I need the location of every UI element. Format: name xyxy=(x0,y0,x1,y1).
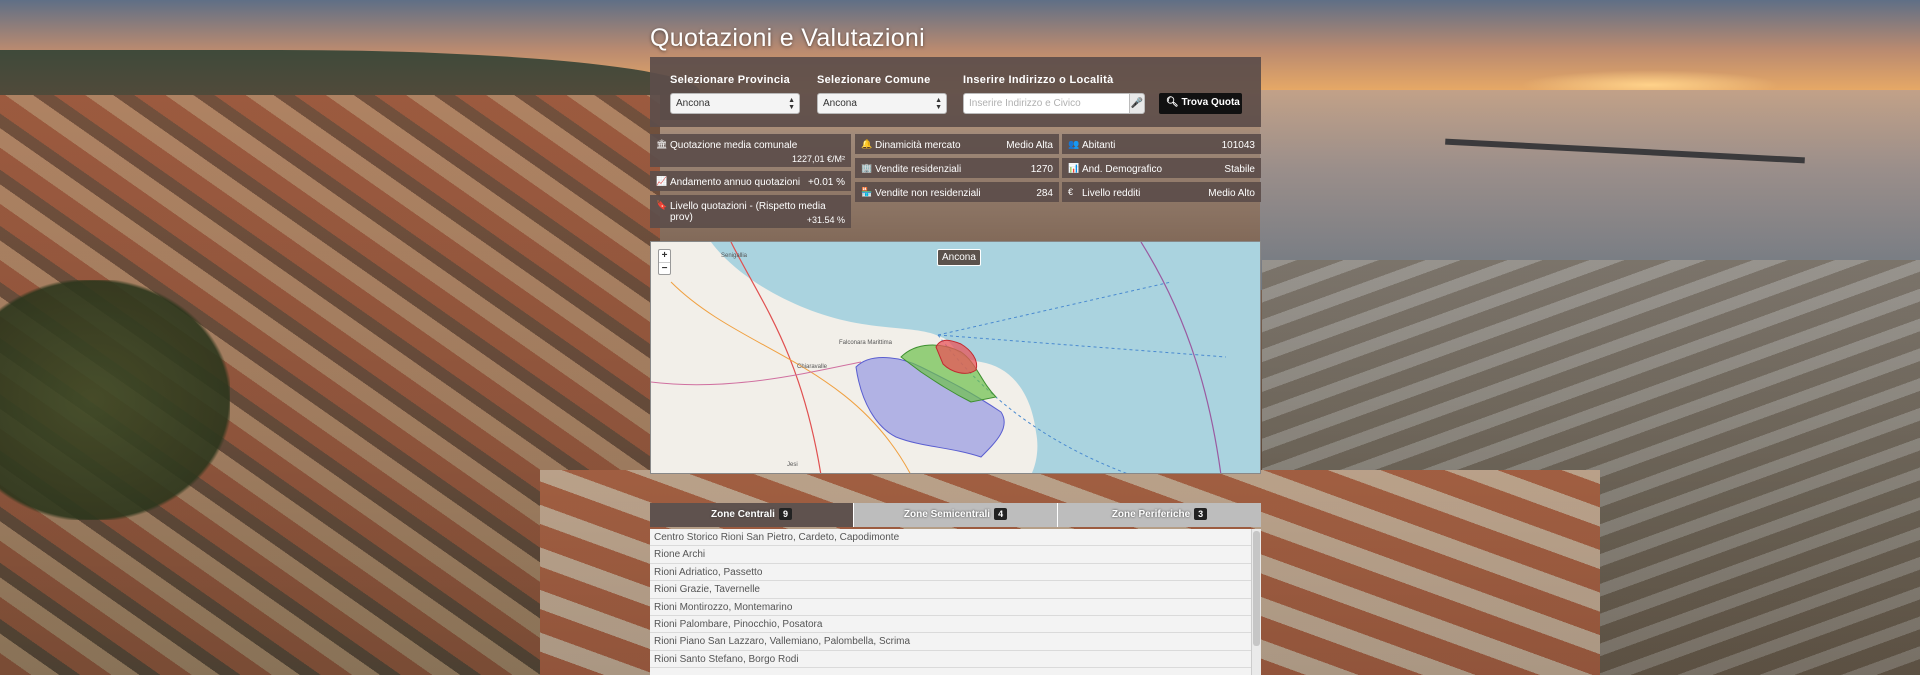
stat-label: Vendite residenziali xyxy=(875,164,962,175)
tab-zone-periferiche[interactable]: Zone Periferiche 3 xyxy=(1058,503,1261,527)
stats-column-1: 🏛 Quotazione media comunale 1227,01 €/M²… xyxy=(650,134,851,232)
zone-map[interactable]: + − Ancona Senigallia Falconara Marittim… xyxy=(650,241,1261,474)
stat-label: Livello redditi xyxy=(1082,188,1141,199)
map-tooltip: Ancona xyxy=(937,249,981,266)
euro-icon: € xyxy=(1068,187,1074,197)
page-title: Quotazioni e Valutazioni xyxy=(650,24,925,52)
map-place-label: Jesi xyxy=(787,462,798,468)
bank-icon: 🏛 xyxy=(656,139,668,149)
stat-value: Medio Alta xyxy=(1006,140,1053,151)
stat-label: Vendite non residenziali xyxy=(875,188,981,199)
list-item[interactable]: Rioni Montirozzo, Montemarino xyxy=(650,599,1261,616)
search-panel: Selezionare Provincia Ancona ▲ ▼ Selezion… xyxy=(650,57,1261,127)
zoom-in-button[interactable]: + xyxy=(659,250,670,262)
tab-label: Zone Periferiche xyxy=(1111,509,1191,520)
tab-zone-semicentrali[interactable]: Zone Semicentrali 4 xyxy=(854,503,1058,527)
list-item[interactable]: Rioni Adriatico, Passetto xyxy=(650,564,1261,582)
map-canvas xyxy=(651,242,1227,473)
map-place-label: Senigallia xyxy=(721,253,748,259)
stat-abitanti: 👥 Abitanti 101043 xyxy=(1062,134,1261,154)
list-item[interactable]: Rioni Grazie, Tavernelle xyxy=(650,581,1261,599)
provincia-label: Selezionare Provincia xyxy=(670,74,791,86)
tab-label: Zone Centrali xyxy=(711,509,775,520)
stat-quotazione-media: 🏛 Quotazione media comunale 1227,01 €/M² xyxy=(650,134,851,167)
stat-value: +0.01 % xyxy=(808,177,845,188)
stat-livello-quotazioni: 🔖 Livello quotazioni - (Rispetto media p… xyxy=(650,195,851,228)
stat-value: +31.54 % xyxy=(806,215,845,225)
scrollbar-thumb[interactable] xyxy=(1253,531,1260,646)
stat-value: 101043 xyxy=(1221,140,1255,151)
stat-livello-redditi: € Livello redditi Medio Alto xyxy=(1062,182,1261,202)
stat-value: 1227,01 €/M² xyxy=(791,154,845,164)
stat-vendite-residenziali: 🏢 Vendite residenziali 1270 xyxy=(855,158,1059,178)
indirizzo-input[interactable] xyxy=(963,93,1130,114)
trova-quota-button[interactable]: 🔍︎ Trova Quota xyxy=(1159,93,1242,114)
provincia-value: Ancona xyxy=(676,98,710,109)
ferry-route xyxy=(937,334,1227,358)
select-arrows-icon: ▲ ▼ xyxy=(935,97,942,111)
ferry-route xyxy=(937,281,1172,336)
stat-vendite-non-residenziali: 🏪 Vendite non residenziali 284 xyxy=(855,182,1059,202)
list-item[interactable]: Rioni Piano San Lazzaro, Vallemiano, Pal… xyxy=(650,633,1261,651)
stat-label: Dinamicità mercato xyxy=(875,140,961,151)
count-badge: 9 xyxy=(778,508,792,520)
map-place-label: Chiaravalle xyxy=(797,364,828,370)
zoom-out-button[interactable]: − xyxy=(659,262,670,274)
count-badge: 4 xyxy=(994,508,1008,520)
map-place-label: Falconara Marittima xyxy=(839,340,893,346)
stat-value: Stabile xyxy=(1224,164,1255,175)
list-item[interactable]: Rioni Palombare, Pinocchio, Posatora xyxy=(650,616,1261,634)
stat-andamento-demografico: 📊 And. Demografico Stabile xyxy=(1062,158,1261,178)
count-badge: 3 xyxy=(1194,508,1208,520)
stat-value: Medio Alto xyxy=(1208,188,1255,199)
search-icon: 🔍︎ xyxy=(1166,97,1179,108)
bar-chart-icon: 📊 xyxy=(1068,163,1080,173)
list-item[interactable]: Rioni Santo Stefano, Borgo Rodi xyxy=(650,651,1261,669)
users-icon: 👥 xyxy=(1068,139,1080,149)
trova-quota-label: Trova Quota xyxy=(1181,97,1240,108)
stat-andamento-annuo: 📈 Andamento annuo quotazioni +0.01 % xyxy=(650,171,851,191)
tab-label: Zone Semicentrali xyxy=(903,509,991,520)
stat-label: Abitanti xyxy=(1082,140,1116,151)
stat-value: 284 xyxy=(1036,188,1053,199)
zoom-control: + − xyxy=(658,249,671,275)
provincia-select[interactable]: Ancona ▲ ▼ xyxy=(670,93,800,114)
zone-list: Centro Storico Rioni San Pietro, Cardeto… xyxy=(650,529,1261,675)
stat-label: Andamento annuo quotazioni xyxy=(670,177,801,188)
list-item[interactable]: Centro Storico Rioni San Pietro, Cardeto… xyxy=(650,529,1261,547)
zone-tabs: Zone Centrali 9 Zone Semicentrali 4 Zone P… xyxy=(650,503,1261,527)
comune-value: Ancona xyxy=(823,98,857,109)
stat-label: Quotazione media comunale xyxy=(670,140,798,151)
bell-icon: 🔔 xyxy=(861,139,873,149)
bookmark-icon: 🔖 xyxy=(656,200,668,210)
building-icon: 🏢 xyxy=(861,163,873,173)
stat-dinamicita: 🔔 Dinamicità mercato Medio Alta xyxy=(855,134,1059,154)
comune-select[interactable]: Ancona ▲ ▼ xyxy=(817,93,947,114)
stats-column-3: 👥 Abitanti 101043 📊 And. Demografico Sta… xyxy=(1062,134,1261,206)
stat-value: 1270 xyxy=(1030,164,1053,175)
scrollbar[interactable] xyxy=(1251,529,1261,675)
stats-column-2: 🔔 Dinamicità mercato Medio Alta 🏢 Vendit… xyxy=(855,134,1059,206)
indirizzo-label: Inserire Indirizzo o Località xyxy=(963,74,1114,86)
shop-icon: 🏪 xyxy=(861,187,873,197)
stat-label: And. Demografico xyxy=(1082,164,1163,175)
area-chart-icon: 📈 xyxy=(656,176,668,186)
list-item[interactable]: Rione Archi xyxy=(650,546,1261,564)
boundary-line xyxy=(1140,242,1222,473)
tab-zone-centrali[interactable]: Zone Centrali 9 xyxy=(650,503,854,527)
comune-label: Selezionare Comune xyxy=(817,74,931,86)
microphone-icon[interactable]: 🎤 xyxy=(1129,93,1145,114)
select-arrows-icon: ▲ ▼ xyxy=(788,97,795,111)
